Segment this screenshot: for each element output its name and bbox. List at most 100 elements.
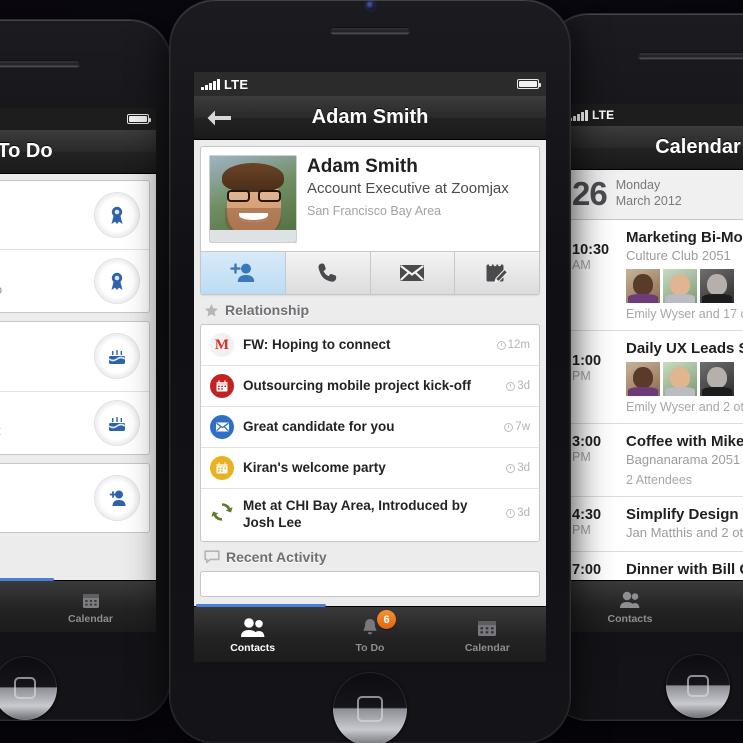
list-item[interactable]: Kiran's welcome party 3d: [201, 448, 539, 489]
back-arrow-icon[interactable]: [206, 109, 232, 127]
tab-contacts[interactable]: Contacts: [194, 607, 311, 662]
cake-icon[interactable]: [95, 334, 139, 379]
tab-todo[interactable]: To Do 6: [311, 607, 428, 662]
item-time: 3d: [506, 380, 530, 392]
left-scroll-body[interactable]: Thomson anager atCooper: [0, 174, 156, 580]
center-phone: LTE Adam Smith Adam Smith Account Execut…: [170, 0, 570, 743]
time-value: 3d: [517, 507, 530, 519]
tab-calendar[interactable]: Calendar: [429, 607, 546, 662]
cake-icon[interactable]: [95, 400, 139, 445]
event-time-value: 3:00: [572, 433, 602, 450]
todo-text: ionton nager atCooper: [0, 331, 95, 381]
ribbon-icon[interactable]: [95, 193, 139, 238]
right-tab-bar: Contacts To Do 6: [562, 580, 743, 632]
center-status-bar: LTE: [194, 72, 546, 96]
event-meridiem: PM: [572, 523, 591, 537]
contact-name: Thomson: [0, 190, 95, 207]
ribbon-icon[interactable]: [95, 259, 139, 304]
todo-text: ukd nager atCooper: [0, 473, 95, 523]
event-time: 3:00 PM: [572, 433, 616, 487]
add-person-icon: [230, 263, 255, 282]
clock-icon: [496, 340, 506, 350]
right-home-button[interactable]: [666, 654, 730, 718]
list-item[interactable]: Met at CHI Bay Area, Introduced by Josh …: [201, 489, 539, 541]
list-item[interactable]: 1:00 PM Daily UX Leads St Emily Wyser an…: [562, 331, 743, 424]
right-phone-speaker: [638, 52, 743, 59]
page-title: Adam Smith: [311, 106, 429, 128]
avatar: [663, 268, 697, 303]
tab-label: Calendar: [68, 612, 113, 625]
list-item[interactable]: nderland eb developer at: [0, 392, 149, 454]
list-item[interactable]: 4:30 PM Simplify Design Re Jan Matthis a…: [562, 497, 743, 552]
contact-name: ng: [0, 264, 95, 281]
note-button[interactable]: [455, 252, 539, 294]
list-item[interactable]: ukd nager atCooper: [0, 464, 149, 532]
call-button[interactable]: [285, 252, 371, 294]
event-meridiem: PM: [572, 450, 591, 465]
list-item[interactable]: 7:00 PM Dinner with Bill Gi: [562, 552, 743, 580]
center-home-button[interactable]: [333, 672, 407, 743]
note-edit-icon: [486, 263, 509, 283]
list-item[interactable]: Thomson anager atCooper: [0, 181, 149, 251]
signal-bars-icon: [201, 78, 220, 90]
email-button[interactable]: [370, 252, 456, 294]
home-square-icon: [687, 675, 709, 697]
avatar: [626, 268, 660, 303]
contact-name: ionton: [0, 331, 95, 348]
avatar: [626, 361, 660, 396]
recent-activity-section-header: Recent Activity: [194, 542, 546, 571]
people-icon: [620, 591, 640, 608]
tab-label: Calendar: [464, 641, 510, 654]
list-item[interactable]: Great candidate for you 7w: [201, 407, 539, 448]
center-nav-bar: Adam Smith: [194, 96, 546, 140]
event-time-value: 10:30: [572, 242, 610, 258]
event-body: Simplify Design Re Jan Matthis and 2 oth…: [626, 506, 743, 542]
mail-blue-icon: [210, 415, 234, 439]
avatar: [700, 268, 734, 303]
right-nav-bar: Calendar: [562, 126, 743, 170]
recent-activity-list: [200, 570, 540, 597]
tab-label: Contacts: [230, 641, 276, 654]
profile-title: Account Executive at Zoomjax: [307, 179, 509, 197]
event-body: Dinner with Bill Gi: [626, 561, 743, 580]
item-title: FW: Hoping to connect: [243, 336, 391, 352]
profile-name: Adam Smith: [307, 156, 418, 177]
item-title: Outsourcing mobile project kick-off: [243, 377, 472, 393]
item-time: 7w: [504, 421, 530, 433]
left-home-button[interactable]: [0, 656, 57, 720]
item-time: 3d: [506, 462, 530, 474]
sidebar-item-calendar[interactable]: Calendar: [25, 581, 156, 632]
section-title: Relationship: [225, 302, 310, 318]
list-item[interactable]: 10:30 AM Marketing Bi-Mon Culture Club 2…: [562, 220, 743, 331]
left-phone-speaker: [0, 60, 80, 67]
center-scroll-body[interactable]: Adam Smith Account Executive at Zoomjax …: [194, 140, 546, 606]
event-time: 4:30 PM: [572, 506, 616, 542]
item-title: Met at CHI Bay Area, Introduced by Josh …: [243, 498, 468, 530]
event-attendees: Emily Wyser and 17 oth: [626, 306, 743, 321]
time-value: 7w: [515, 421, 530, 433]
contact-subtitle: nager atCooper: [0, 490, 95, 523]
sidebar-item-todo[interactable]: To Do 6: [0, 581, 25, 632]
event-attendees: 2 Attendees: [626, 472, 693, 487]
sidebar-item-todo[interactable]: To Do 6: [698, 581, 743, 632]
left-phone-screen: LTE To Do Thomson anager atCooper: [0, 108, 156, 632]
event-location: Bagnanarama 2051: [626, 451, 741, 467]
todo-text: ng anager at Cisco: [0, 264, 95, 298]
item-title: Great candidate for you: [243, 418, 395, 434]
list-item[interactable]: 3:00 PM Coffee with Mike Bagnanarama 205…: [562, 424, 743, 497]
event-location: Culture Club 2051: [626, 248, 731, 263]
add-person-icon[interactable]: [95, 475, 139, 520]
add-contact-button[interactable]: [201, 252, 286, 294]
status-badge: 6: [377, 610, 397, 629]
todo-group: ukd nager atCooper: [0, 462, 150, 533]
right-scroll-body[interactable]: 26 Monday March 2012 10:30 AM Marketing …: [562, 170, 743, 580]
list-item[interactable]: Outsourcing mobile project kick-off 3d: [201, 366, 539, 407]
list-item[interactable]: M FW: Hoping to connect 12m: [201, 325, 539, 366]
list-item[interactable]: ionton nager atCooper: [0, 322, 149, 392]
avatar: [209, 155, 297, 243]
list-item[interactable]: ng anager at Cisco: [0, 250, 149, 312]
home-square-icon: [14, 677, 36, 699]
event-title: Dinner with Bill Gi: [626, 560, 743, 578]
sidebar-item-contacts[interactable]: Contacts: [562, 581, 698, 632]
event-title: Marketing Bi-Mon: [626, 229, 743, 246]
